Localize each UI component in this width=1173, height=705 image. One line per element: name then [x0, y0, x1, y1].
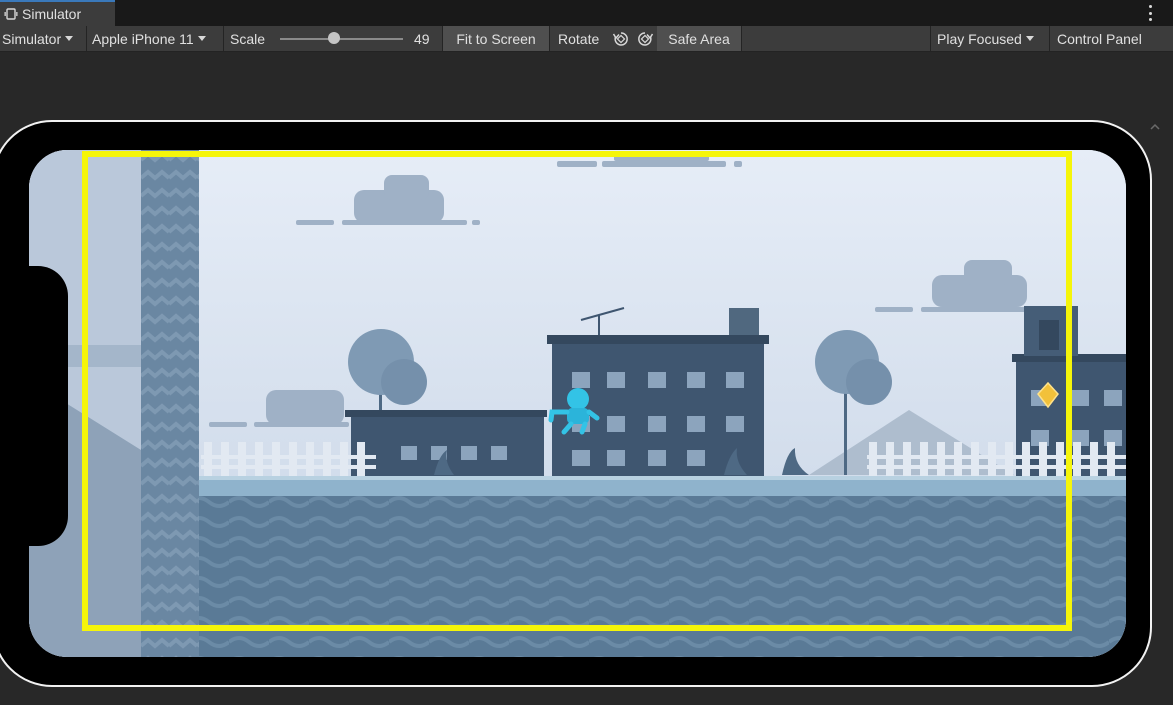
toolbar-divider	[223, 26, 224, 51]
safe-area-button[interactable]: Safe Area	[657, 26, 741, 51]
control-panel-button[interactable]: Control Panel	[1057, 26, 1142, 51]
toolbar-divider	[86, 26, 87, 51]
toolbar-divider	[930, 26, 931, 51]
rotate-right-icon[interactable]	[636, 30, 654, 48]
mode-dropdown[interactable]: Simulator	[2, 26, 84, 51]
mode-dropdown-label: Simulator	[2, 30, 62, 47]
device-simulator-icon	[4, 8, 18, 20]
tab-strip: Simulator	[0, 0, 1173, 27]
toolbar-divider	[549, 26, 550, 51]
device-notch	[0, 266, 68, 546]
rotate-label: Rotate	[558, 30, 600, 47]
scale-label: Scale	[230, 30, 266, 47]
scale-slider-track[interactable]	[280, 38, 403, 40]
toolbar-divider	[1049, 26, 1050, 51]
rotate-left-icon[interactable]	[612, 30, 630, 48]
fit-to-screen-button[interactable]: Fit to Screen	[443, 26, 549, 51]
toolbar-divider	[741, 26, 742, 51]
play-focused-label: Play Focused	[937, 30, 1022, 47]
more-options-icon[interactable]	[1147, 5, 1153, 21]
play-focused-dropdown[interactable]: Play Focused	[937, 26, 1045, 51]
scale-value[interactable]: 49	[414, 26, 430, 51]
safe-area-outline	[82, 151, 1072, 631]
simulator-toolbar: Simulator Apple iPhone 11 Scale 49 Fit t…	[0, 26, 1173, 52]
tab-label: Simulator	[22, 6, 82, 22]
scroll-up-icon[interactable]	[1150, 122, 1160, 132]
tab-simulator[interactable]: Simulator	[0, 0, 115, 26]
device-dropdown[interactable]: Apple iPhone 11	[92, 26, 220, 51]
scale-slider-thumb[interactable]	[328, 32, 340, 44]
device-dropdown-label: Apple iPhone 11	[92, 30, 194, 47]
